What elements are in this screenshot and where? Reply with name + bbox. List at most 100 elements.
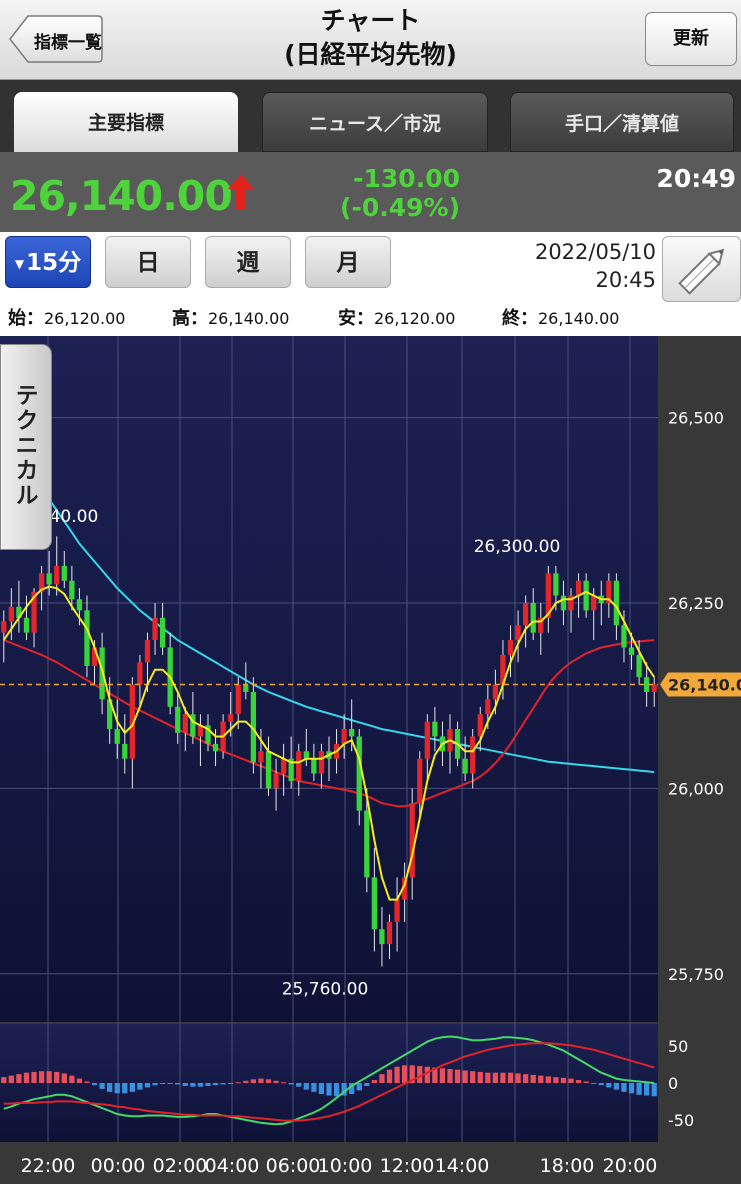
macd-histogram-bar bbox=[470, 1071, 476, 1083]
macd-histogram-bar bbox=[228, 1083, 234, 1084]
navigation-bar: 指標一覧 チャート (日経平均先物) 更新 bbox=[0, 0, 741, 80]
macd-histogram-bar bbox=[288, 1083, 294, 1085]
macd-histogram-bar bbox=[628, 1083, 635, 1094]
macd-histogram-bar bbox=[500, 1072, 506, 1083]
macd-histogram-bar bbox=[553, 1077, 559, 1083]
macd-histogram-bar bbox=[424, 1066, 430, 1083]
ohlc-high-value: 26,140.00 bbox=[208, 309, 290, 328]
macd-histogram-bar bbox=[613, 1083, 620, 1090]
x-tick-label: 12:00 bbox=[380, 1155, 435, 1177]
candle-body bbox=[583, 580, 589, 611]
quote-time: 20:49 bbox=[656, 164, 736, 193]
x-tick-label: 10:00 bbox=[318, 1155, 373, 1177]
candle-body bbox=[515, 625, 521, 641]
macd-histogram-bar bbox=[477, 1071, 483, 1083]
macd-histogram-bar bbox=[591, 1083, 597, 1084]
bar-datetime: 2022/05/10 20:45 bbox=[500, 238, 656, 294]
candlestick-chart[interactable]: 26,500 26,250 26,000 25,750 50 0 -50 26,140.0… bbox=[0, 336, 741, 1184]
draw-tool-button[interactable] bbox=[662, 236, 741, 302]
candle-body bbox=[424, 721, 430, 759]
candle-body bbox=[76, 599, 83, 611]
candle-body bbox=[628, 647, 635, 655]
ohlc-low-value: 26,120.00 bbox=[374, 309, 456, 328]
candle-body bbox=[175, 706, 181, 733]
candle-body bbox=[122, 743, 128, 759]
macd-histogram-bar bbox=[454, 1069, 461, 1083]
macd-histogram-bar bbox=[152, 1083, 158, 1086]
macd-histogram-bar bbox=[606, 1083, 612, 1088]
candle-body bbox=[341, 729, 347, 744]
y-tick-label: 25,750 bbox=[668, 965, 724, 984]
current-price: 26,140.00 bbox=[10, 172, 233, 220]
candle-body bbox=[522, 602, 529, 626]
macd-histogram-bar bbox=[621, 1083, 627, 1092]
macd-histogram-bar bbox=[560, 1077, 567, 1083]
macd-histogram-bar bbox=[220, 1083, 226, 1085]
candle-body bbox=[553, 573, 559, 596]
macd-histogram-bar bbox=[129, 1083, 136, 1092]
candle-body bbox=[636, 654, 642, 678]
candle-body bbox=[613, 580, 620, 626]
candle-body bbox=[69, 580, 75, 600]
candle-body bbox=[530, 602, 536, 633]
period-button-15min[interactable]: ▼15分 bbox=[5, 236, 91, 288]
candle-body bbox=[311, 758, 317, 774]
macd-histogram-bar bbox=[280, 1082, 287, 1084]
x-tick-label: 20:00 bbox=[603, 1155, 658, 1177]
macd-histogram-bar bbox=[23, 1072, 30, 1083]
tab-main-indicators[interactable]: 主要指標 bbox=[14, 92, 238, 152]
y-tick-label: 26,250 bbox=[668, 594, 724, 613]
candle-body bbox=[54, 565, 60, 585]
macd-histogram-bar bbox=[439, 1068, 446, 1083]
macd-histogram-bar bbox=[167, 1083, 173, 1084]
candle-body bbox=[280, 758, 287, 774]
macd-histogram-bar bbox=[538, 1075, 544, 1083]
tab-trades-settlement[interactable]: 手口／清算値 bbox=[510, 92, 734, 152]
quote-bar: 26,140.00 -130.00 (-0.49%) 20:49 bbox=[0, 152, 741, 232]
technical-drawer-tab[interactable]: テクニカル bbox=[0, 344, 52, 550]
ohlc-high-label: 高 bbox=[172, 308, 190, 329]
macd-histogram-bar bbox=[16, 1074, 22, 1083]
period-button-week[interactable]: 週 bbox=[205, 236, 291, 288]
candle-body bbox=[386, 921, 393, 945]
ohlc-close: 終：26,140.00 bbox=[502, 308, 620, 329]
back-button[interactable]: 指標一覧 bbox=[8, 14, 104, 64]
price-change-percent: (-0.49%) bbox=[340, 193, 460, 222]
refresh-button[interactable]: 更新 bbox=[645, 12, 737, 66]
candle-body bbox=[318, 751, 325, 774]
macd-histogram-bar bbox=[61, 1073, 67, 1083]
candle-body bbox=[258, 751, 264, 763]
macd-histogram-bar bbox=[69, 1075, 75, 1083]
macd-histogram-bar bbox=[545, 1076, 551, 1083]
macd-histogram-bar bbox=[485, 1072, 491, 1083]
macd-histogram-bar bbox=[76, 1078, 83, 1083]
x-tick-label: 04:00 bbox=[205, 1155, 260, 1177]
candle-body bbox=[1, 621, 7, 633]
y-tick-label: 26,500 bbox=[668, 409, 724, 428]
tab-news-market[interactable]: ニュース／市況 bbox=[262, 92, 488, 152]
chart-area[interactable]: 26,500 26,250 26,000 25,750 50 0 -50 26,140.0… bbox=[0, 336, 741, 1184]
macd-histogram-bar bbox=[651, 1083, 657, 1097]
macd-histogram-bar bbox=[175, 1083, 181, 1085]
candle-body bbox=[621, 625, 627, 648]
back-button-label: 指標一覧 bbox=[34, 33, 102, 53]
macd-histogram-bar bbox=[311, 1083, 317, 1092]
page-title: チャート (日経平均先物) bbox=[200, 4, 541, 72]
period-button-month[interactable]: 月 bbox=[305, 236, 391, 288]
macd-histogram-bar bbox=[447, 1068, 453, 1083]
candle-body bbox=[371, 877, 378, 930]
x-tick-label: 14:00 bbox=[435, 1155, 490, 1177]
pencil-icon bbox=[678, 248, 725, 295]
macd-histogram-bar bbox=[212, 1083, 219, 1086]
period-button-day[interactable]: 日 bbox=[105, 236, 191, 288]
candle-body bbox=[265, 751, 272, 789]
x-tick-label: 00:00 bbox=[91, 1155, 146, 1177]
macd-histogram-bar bbox=[91, 1083, 98, 1086]
macd-histogram-bar bbox=[522, 1074, 529, 1083]
candle-body bbox=[243, 684, 249, 692]
macd-histogram-bar bbox=[250, 1079, 257, 1083]
price-change-value: -130.00 bbox=[353, 164, 460, 193]
tab-bar: 主要指標 ニュース／市況 手口／清算値 bbox=[0, 80, 741, 152]
macd-histogram-bar bbox=[583, 1081, 589, 1083]
x-tick-label: 02:00 bbox=[153, 1155, 208, 1177]
